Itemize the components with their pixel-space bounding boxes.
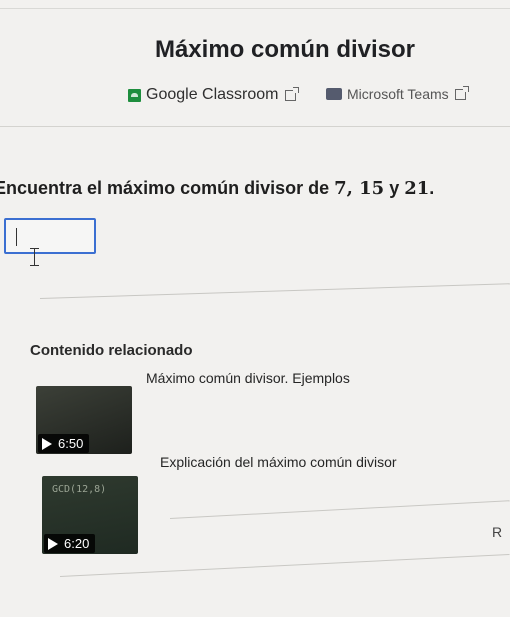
thumbnail-chalk-text: GCD(12,8) [52, 484, 107, 495]
share-row: Google Classroom Microsoft Teams [0, 85, 510, 110]
exercise-page: Máximo común divisor Google Classroom Mi… [0, 0, 510, 617]
cut-off-text: R [492, 524, 503, 540]
text-caret [16, 228, 17, 246]
video-duration: 6:20 [64, 536, 90, 551]
microsoft-teams-label: Microsoft Teams [347, 86, 449, 102]
question-end: . [429, 178, 435, 198]
related-content-heading: Contenido relacionado [30, 342, 193, 359]
answer-input[interactable] [4, 218, 96, 254]
video-title[interactable]: Explicación del máximo común divisor [160, 454, 397, 470]
related-video-2[interactable]: GCD(12,8) 6:20 Explicación del máximo co… [0, 448, 510, 558]
question-last-number: 21 [404, 178, 430, 199]
microsoft-teams-link[interactable]: Microsoft Teams [326, 85, 469, 102]
video-title[interactable]: Máximo común divisor. Ejemplos [146, 370, 350, 386]
text-cursor-icon [30, 248, 40, 266]
video-duration-badge: 6:20 [44, 534, 96, 553]
play-icon [48, 537, 58, 550]
external-link-icon [454, 85, 469, 100]
question-prompt: Encuentra el máximo común divisor de 7, … [0, 178, 434, 199]
question-text: Encuentra el máximo común divisor de [0, 178, 335, 198]
related-video-1[interactable]: 6:50 Máximo común divisor. Ejemplos [0, 368, 510, 460]
question-connector: y [384, 178, 405, 198]
google-classroom-link[interactable]: Google Classroom [128, 86, 299, 104]
question-numbers: 7, 15 [334, 178, 385, 199]
external-link-icon [284, 86, 299, 101]
google-classroom-label: Google Classroom [146, 86, 279, 103]
header-divider [0, 126, 510, 127]
google-classroom-icon [128, 88, 141, 102]
page-title: Máximo común divisor [154, 36, 416, 63]
microsoft-teams-icon [326, 88, 342, 100]
section-divider [39, 283, 510, 299]
top-divider [0, 8, 510, 9]
